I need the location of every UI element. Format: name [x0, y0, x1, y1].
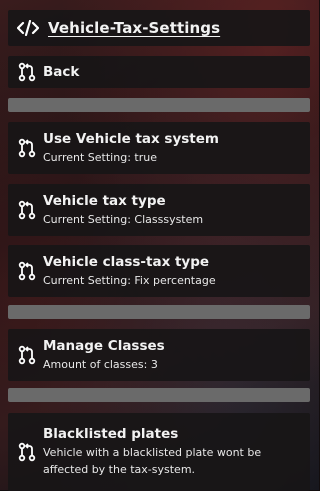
menu-item-label: Vehicle class-tax type: [43, 253, 210, 270]
menu-item-blacklisted-plates[interactable]: Blacklisted plates Vehicle with a blackl…: [8, 413, 310, 491]
git-pull-request-icon: [16, 61, 38, 83]
menu-item-label: Manage Classes: [43, 337, 165, 354]
menu-item-vehicle-tax-type[interactable]: Vehicle tax type Current Setting: Classs…: [8, 184, 310, 236]
git-pull-request-icon: [16, 137, 38, 159]
code-icon: [16, 18, 40, 38]
menu-item-setting: Amount of classes: 3: [43, 357, 158, 371]
git-pull-request-icon: [16, 199, 38, 221]
menu-separator: [8, 305, 310, 319]
menu-item-setting: Current Setting: Fix percentage: [43, 273, 216, 287]
menu-item-label: Back: [43, 63, 80, 80]
menu-item-vehicle-class-tax-type[interactable]: Vehicle class-tax type Current Setting: …: [8, 245, 310, 297]
menu-item-label: Vehicle tax type: [43, 192, 166, 209]
menu-item-label: Blacklisted plates: [43, 426, 179, 442]
menu-separator: [8, 388, 310, 402]
menu-item-back[interactable]: Back: [8, 56, 310, 88]
menu-title: Vehicle-Tax-Settings: [48, 19, 221, 37]
menu-separator: [8, 98, 310, 112]
menu-header: Vehicle-Tax-Settings: [8, 10, 310, 46]
menu-item-manage-classes[interactable]: Manage Classes Amount of classes: 3: [8, 329, 310, 381]
menu-item-use-vehicle-tax-system[interactable]: Use Vehicle tax system Current Setting: …: [8, 122, 310, 174]
menu-item-setting: Vehicle with a blacklisted plate wont be…: [43, 446, 262, 476]
menu-item-label: Use Vehicle tax system: [43, 130, 219, 147]
git-pull-request-icon: [16, 441, 38, 463]
git-pull-request-icon: [16, 260, 38, 282]
menu-item-setting: Current Setting: true: [43, 150, 157, 164]
menu-item-setting: Current Setting: Classsystem: [43, 212, 204, 226]
git-pull-request-icon: [16, 344, 38, 366]
